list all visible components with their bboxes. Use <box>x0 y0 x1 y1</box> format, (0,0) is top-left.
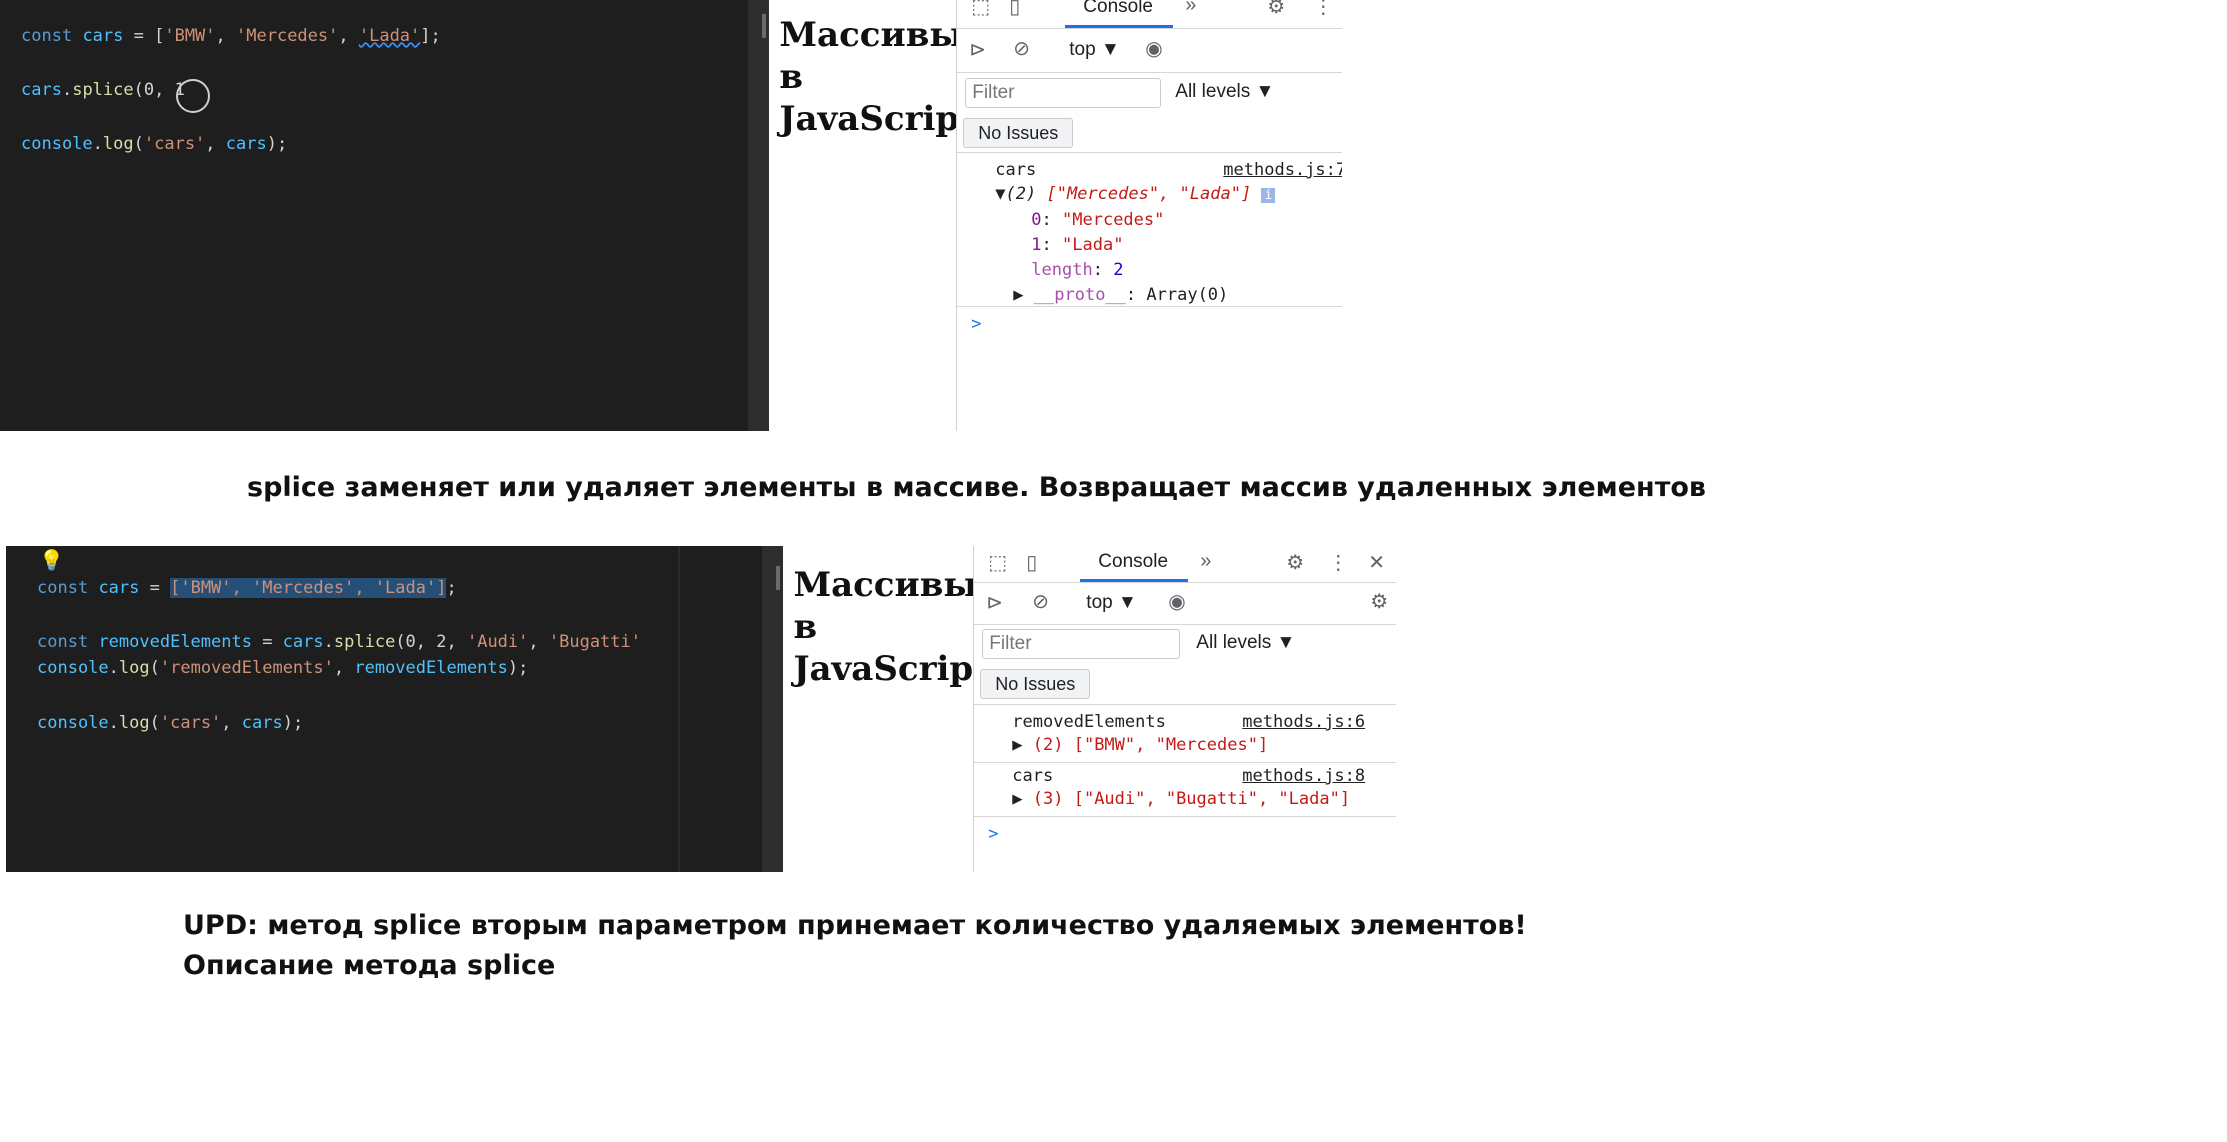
filter-bar: Filter All levels ▼ <box>957 72 1342 112</box>
log-levels-dropdown[interactable]: All levels ▼ <box>1175 81 1274 103</box>
console-prompt[interactable]: > <box>988 824 998 844</box>
console-prompt[interactable]: > <box>971 314 981 334</box>
eye-icon[interactable]: ◉ <box>1168 589 1185 614</box>
devtools-panel-2: ⬚ ▯ Console » ⚙ ⋮ ✕ ⊳ ⊘ top ▼ ◉ ⚙ Filter… <box>973 546 1396 872</box>
filter-input[interactable]: Filter <box>965 78 1162 108</box>
gear-icon[interactable]: ⚙ <box>1267 0 1285 19</box>
log-divider <box>974 762 1396 763</box>
editor-scrollbar[interactable] <box>748 0 770 431</box>
issues-bar: No Issues <box>974 664 1396 705</box>
editor-scrollbar-thumb[interactable] <box>762 14 766 38</box>
code-line-2: cars.splice(0, 1 <box>21 80 185 100</box>
code-line-3: console.log('removedElements', removedEl… <box>37 658 529 678</box>
code-line-4: console.log('cars', cars); <box>37 713 304 733</box>
more-options-icon[interactable]: ⋮ <box>1313 0 1333 19</box>
filter-input[interactable]: Filter <box>982 629 1181 659</box>
collapse-arrow-icon[interactable]: ▶ <box>1013 285 1023 305</box>
console-toolbar: ⊳ ⊘ top ▼ ◉ <box>957 28 1342 73</box>
array-proto[interactable]: ▶ __proto__: Array(0) <box>1013 285 1228 305</box>
expand-arrow-icon[interactable]: ▶ <box>1012 735 1032 755</box>
gear-icon[interactable]: ⚙ <box>1286 550 1304 575</box>
page-preview: Массивы в JavaScript <box>769 0 975 431</box>
context-selector[interactable]: top ▼ <box>1086 592 1137 614</box>
console-toolbar: ⊳ ⊘ top ▼ ◉ ⚙ <box>974 582 1396 625</box>
eye-icon[interactable]: ◉ <box>1145 36 1162 61</box>
console-settings-icon[interactable]: ⚙ <box>1370 589 1388 614</box>
more-tabs-icon[interactable]: » <box>1200 550 1211 573</box>
editor-split-divider[interactable] <box>678 546 680 872</box>
tab-console[interactable]: Console <box>1083 0 1153 18</box>
clear-console-icon[interactable]: ⊘ <box>1032 589 1049 614</box>
log-label: cars <box>995 160 1037 180</box>
selected-array-literal[interactable]: ['BMW', 'Mercedes', 'Lada'] <box>170 578 447 598</box>
code-line-1: const cars = ['BMW', 'Mercedes', 'Lada']… <box>21 26 441 46</box>
console-divider <box>957 306 1342 307</box>
devtools-tabbar: ⬚ ▯ Console » ⚙ ⋮ <box>957 0 1342 29</box>
more-options-icon[interactable]: ⋮ <box>1328 550 1348 575</box>
expand-arrow-icon[interactable]: ▶ <box>1012 789 1032 809</box>
clear-console-icon[interactable]: ⊘ <box>1013 36 1030 61</box>
device-toolbar-icon[interactable]: ▯ <box>1009 0 1020 19</box>
device-toolbar-icon[interactable]: ▯ <box>1026 550 1037 575</box>
filter-bar: Filter All levels ▼ <box>974 624 1396 664</box>
array-summary[interactable]: ▼(2) ["Mercedes", "Lada"] i <box>995 184 1276 204</box>
log1-value[interactable]: ▶ (2) ["BMW", "Mercedes"] <box>1012 735 1268 755</box>
context-selector[interactable]: top ▼ <box>1069 39 1120 61</box>
console-divider <box>974 816 1396 817</box>
issues-button[interactable]: No Issues <box>963 118 1074 148</box>
inspect-element-icon[interactable]: ⬚ <box>988 550 1007 575</box>
sidebar-toggle-icon[interactable]: ⊳ <box>986 590 1003 615</box>
log-levels-dropdown[interactable]: All levels ▼ <box>1196 632 1295 654</box>
info-icon[interactable]: i <box>1261 188 1276 203</box>
code-editor[interactable]: const cars = ['BMW', 'Mercedes', 'Lada']… <box>0 0 770 431</box>
log2-source-link[interactable]: methods.js:8 <box>1242 766 1365 786</box>
devtools-panel: ⬚ ▯ Console » ⚙ ⋮ ⊳ ⊘ top ▼ ◉ Filter All… <box>956 0 1342 431</box>
caption-upd-note: UPD: метод splice вторым параметром прин… <box>183 910 1527 941</box>
top-screenshot: const cars = ['BMW', 'Mercedes', 'Lada']… <box>0 0 1342 431</box>
code-line-1: const cars = ['BMW', 'Mercedes', 'Lada']… <box>37 578 457 598</box>
bottom-screenshot: 💡 const cars = ['BMW', 'Mercedes', 'Lada… <box>6 546 1396 872</box>
code-editor-2[interactable]: 💡 const cars = ['BMW', 'Mercedes', 'Lada… <box>6 546 784 872</box>
sidebar-toggle-icon[interactable]: ⊳ <box>969 37 986 62</box>
issues-button[interactable]: No Issues <box>980 669 1091 699</box>
code-line-2: const removedElements = cars.splice(0, 2… <box>37 632 641 652</box>
log2-label: cars <box>1012 766 1054 786</box>
editor-scrollbar[interactable] <box>762 546 784 872</box>
cursor-click-indicator-icon <box>176 79 210 113</box>
log-source-link[interactable]: methods.js:7 <box>1223 160 1342 180</box>
page-title: Массивы в JavaScript <box>779 15 975 139</box>
lightbulb-icon[interactable]: 💡 <box>39 548 64 572</box>
code-line-3: console.log('cars', cars); <box>21 134 288 154</box>
array-length: length: 2 <box>1031 260 1124 280</box>
page-title: Массивы в JavaScript <box>793 565 989 689</box>
inspect-element-icon[interactable]: ⬚ <box>971 0 990 19</box>
caption-splice-description: splice заменяет или удаляет элементы в м… <box>247 472 1706 503</box>
caption-method-description-link[interactable]: Описание метода splice <box>183 950 555 981</box>
page-preview-2: Массивы в JavaScript <box>783 546 989 872</box>
log1-label: removedElements <box>1012 712 1166 732</box>
close-icon[interactable]: ✕ <box>1368 550 1385 575</box>
issues-bar: No Issues <box>957 112 1342 153</box>
log2-value[interactable]: ▶ (3) ["Audi", "Bugatti", "Lada"] <box>1012 789 1350 809</box>
log1-source-link[interactable]: methods.js:6 <box>1242 712 1365 732</box>
more-tabs-icon[interactable]: » <box>1185 0 1196 17</box>
devtools-tabbar: ⬚ ▯ Console » ⚙ ⋮ ✕ <box>974 546 1396 583</box>
expand-arrow-icon[interactable]: ▼ <box>995 184 1005 204</box>
tab-console[interactable]: Console <box>1098 551 1168 573</box>
array-item-0: 0: "Mercedes" <box>1031 210 1165 230</box>
editor-scrollbar-thumb[interactable] <box>776 566 780 590</box>
array-item-1: 1: "Lada" <box>1031 235 1124 255</box>
